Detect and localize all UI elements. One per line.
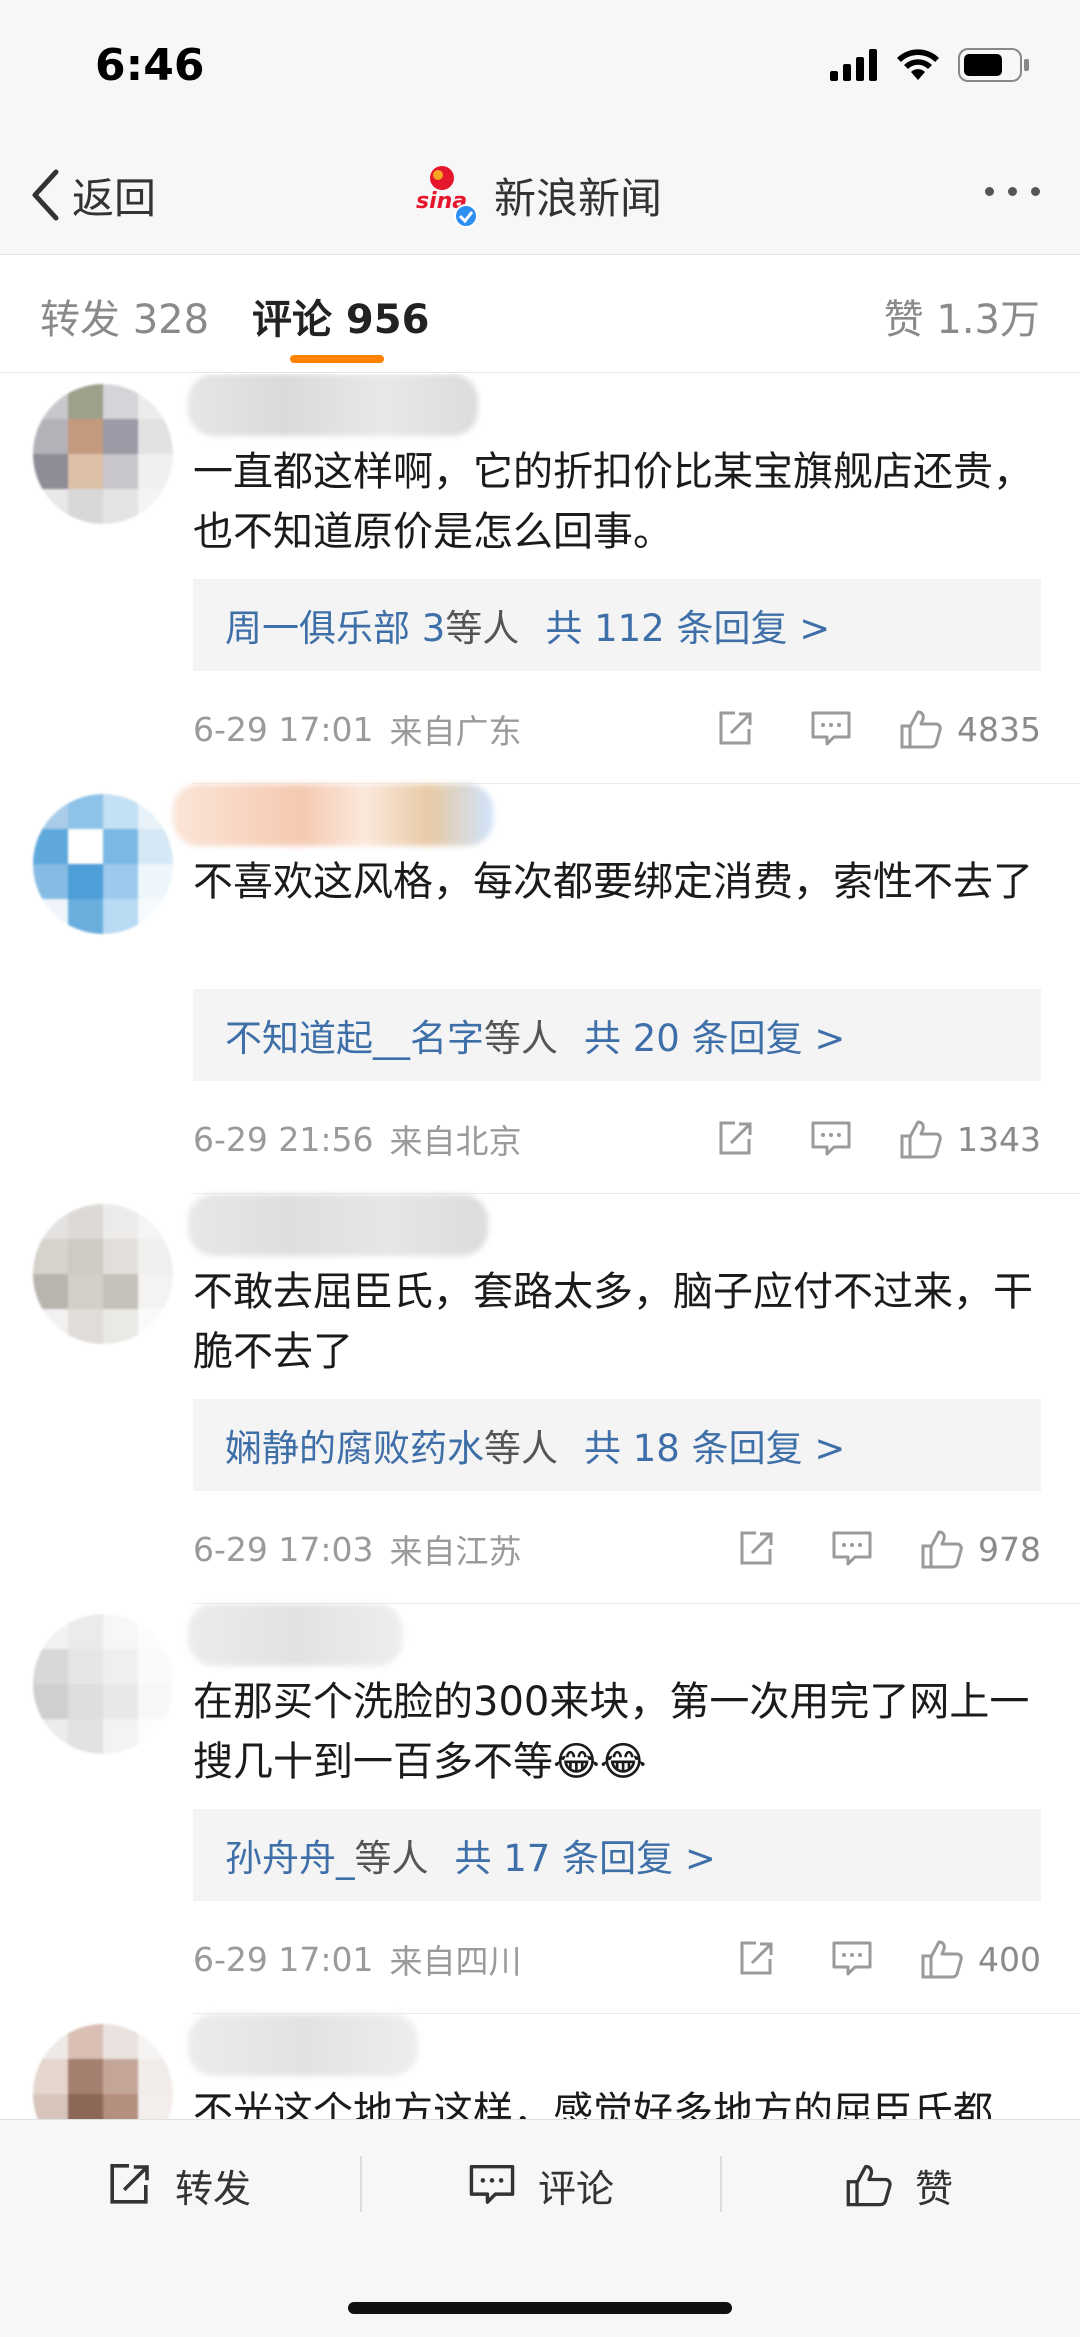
forward-label: 转发 [175,2166,252,2211]
comment-meta: 6-29 17:01 来自广东 4835 [193,699,1041,759]
comment-icon[interactable] [830,1527,874,1571]
comment-date: 6-29 17:01 [193,1939,374,1979]
reply-usernames[interactable]: 孙舟舟_ [225,1828,355,1882]
share-icon[interactable] [734,1937,778,1981]
username-redacted[interactable] [173,784,493,846]
comment-item: 一直都这样啊，它的折扣价比某宝旗舰店还贵，也不知道原价是怎么回事。 周一俱乐部 … [33,374,1080,784]
like-count: 4835 [957,709,1041,749]
comment-location: 来自四川 [389,1942,522,1981]
tab-comment[interactable]: 评论 956 [252,287,429,345]
comment-location: 来自江苏 [389,1532,522,1571]
account-header[interactable]: sina 新浪新闻 [410,157,662,233]
avatar[interactable] [33,384,173,524]
username-redacted[interactable] [188,2014,418,2076]
comment-item: 不敢去屈臣氏，套路太多，脑子应付不过来，干脆不去了 娴静的腐败药水 等人 共 1… [33,1194,1080,1604]
reply-suffix: 等人 [484,1427,558,1470]
comment-date: 6-29 21:56 [193,1119,374,1159]
status-icons [830,48,1030,82]
forward-button[interactable]: 转发 [105,2150,251,2220]
comment-button[interactable]: 评论 [468,2150,614,2220]
reply-suffix: 等人 [354,1837,429,1880]
nav-bar: 返回 sina 新浪新闻 [0,135,1080,255]
battery-icon [958,48,1029,82]
thumbs-up-icon [846,2164,892,2207]
avatar[interactable] [33,1614,173,1754]
signal-icon [830,49,877,81]
sina-logo: sina [410,160,480,230]
page-title: 新浪新闻 [494,173,663,223]
reply-summary[interactable]: 娴静的腐败药水 等人 共 18 条回复 > [193,1399,1041,1491]
reply-count-link[interactable]: 共 20 条回复 > [584,1008,845,1062]
comment-icon[interactable] [809,1117,853,1161]
reply-usernames[interactable]: 娴静的腐败药水 [225,1418,484,1472]
comment-location: 来自广东 [389,712,522,751]
comment-label: 评论 [538,2166,615,2211]
comment-meta: 6-29 21:56 来自北京 1343 [193,1109,1041,1169]
reply-summary[interactable]: 周一俱乐部 3 等人 共 112 条回复 > [193,579,1041,671]
comment-item: 不喜欢这风格，每次都要绑定消费，索性不去了 不知道起__名字 等人 共 20 条… [33,784,1080,1194]
username-redacted[interactable] [188,374,478,436]
comment-icon [469,2165,515,2204]
like-count: 978 [978,1529,1041,1569]
comment-text: 不喜欢这风格，每次都要绑定消费，索性不去了 [193,859,1033,905]
comment-meta: 6-29 17:03 来自江苏 978 [193,1519,1041,1579]
avatar[interactable] [33,794,173,934]
divider [360,2156,362,2212]
comment-item: 不光这个地方这样，感觉好多地方的屈臣氏都 [33,2014,1080,2119]
divider [720,2156,722,2212]
tab-bar: 转发 328 评论 956 赞 1.3万 [0,255,1080,373]
comment-text: 一直都这样啊，它的折扣价比某宝旗舰店还贵，也不知道原价是怎么回事。 [193,449,1033,555]
active-tab-indicator [290,355,384,363]
comment-icon[interactable] [809,707,853,751]
comment-text: 不敢去屈臣氏，套路太多，脑子应付不过来，干脆不去了 [193,1269,1033,1375]
reply-count-link[interactable]: 共 17 条回复 > [455,1828,716,1882]
comment-location: 来自北京 [389,1122,522,1161]
status-time: 6:46 [95,40,205,91]
reply-usernames[interactable]: 不知道起__名字 [225,1008,484,1062]
comment-meta: 6-29 17:01 来自四川 400 [193,1929,1041,1989]
back-label: 返回 [72,173,157,223]
comment-list[interactable]: 一直都这样啊，它的折扣价比某宝旗舰店还贵，也不知道原价是怎么回事。 周一俱乐部 … [0,374,1080,2119]
comment-text: 不光这个地方这样，感觉好多地方的屈臣氏都 [193,2089,993,2119]
reply-summary[interactable]: 不知道起__名字 等人 共 20 条回复 > [193,989,1041,1081]
comment-date: 6-29 17:03 [193,1529,374,1569]
dot-icon [1031,187,1040,196]
reply-usernames[interactable]: 周一俱乐部 3 [225,598,445,652]
status-bar: 6:46 [0,0,1080,135]
comment-text: 在那买个洗脸的300来块，第一次用完了网上一搜几十到一百多不等😂😂 [193,1679,1030,1785]
comment-item: 在那买个洗脸的300来块，第一次用完了网上一搜几十到一百多不等😂😂 孙舟舟_ 等… [33,1604,1080,2014]
more-options-button[interactable] [985,187,1040,196]
reply-count-link[interactable]: 共 112 条回复 > [545,598,830,652]
like-count: 400 [978,1939,1041,1979]
like-button[interactable]: 赞 [845,2150,953,2220]
like-count: 1343 [957,1119,1041,1159]
thumbs-up-icon[interactable] [899,1117,943,1161]
share-icon [110,2164,149,2204]
dot-icon [985,187,994,196]
username-redacted[interactable] [188,1194,488,1256]
chevron-left-icon [32,169,59,221]
like-label: 赞 [915,2166,954,2211]
avatar[interactable] [33,1204,173,1344]
dot-icon [1008,187,1017,196]
tab-forward[interactable]: 转发 328 [40,287,209,345]
thumbs-up-icon[interactable] [899,707,943,751]
avatar[interactable] [33,2024,173,2119]
wifi-icon [897,49,939,80]
thumbs-up-icon[interactable] [920,1937,964,1981]
thumbs-up-icon[interactable] [920,1527,964,1571]
home-indicator[interactable] [348,2302,732,2314]
comment-date: 6-29 17:01 [193,709,374,749]
username-redacted[interactable] [188,1604,403,1666]
comment-icon[interactable] [830,1937,874,1981]
reply-count-link[interactable]: 共 18 条回复 > [584,1418,845,1472]
share-icon[interactable] [713,1117,757,1161]
share-icon[interactable] [734,1527,778,1571]
tab-like[interactable]: 赞 1.3万 [884,287,1040,345]
reply-summary[interactable]: 孙舟舟_ 等人 共 17 条回复 > [193,1809,1041,1901]
reply-suffix: 等人 [484,1017,558,1060]
back-button[interactable]: 返回 [30,163,156,227]
reply-suffix: 等人 [445,607,520,650]
share-icon[interactable] [713,707,757,751]
